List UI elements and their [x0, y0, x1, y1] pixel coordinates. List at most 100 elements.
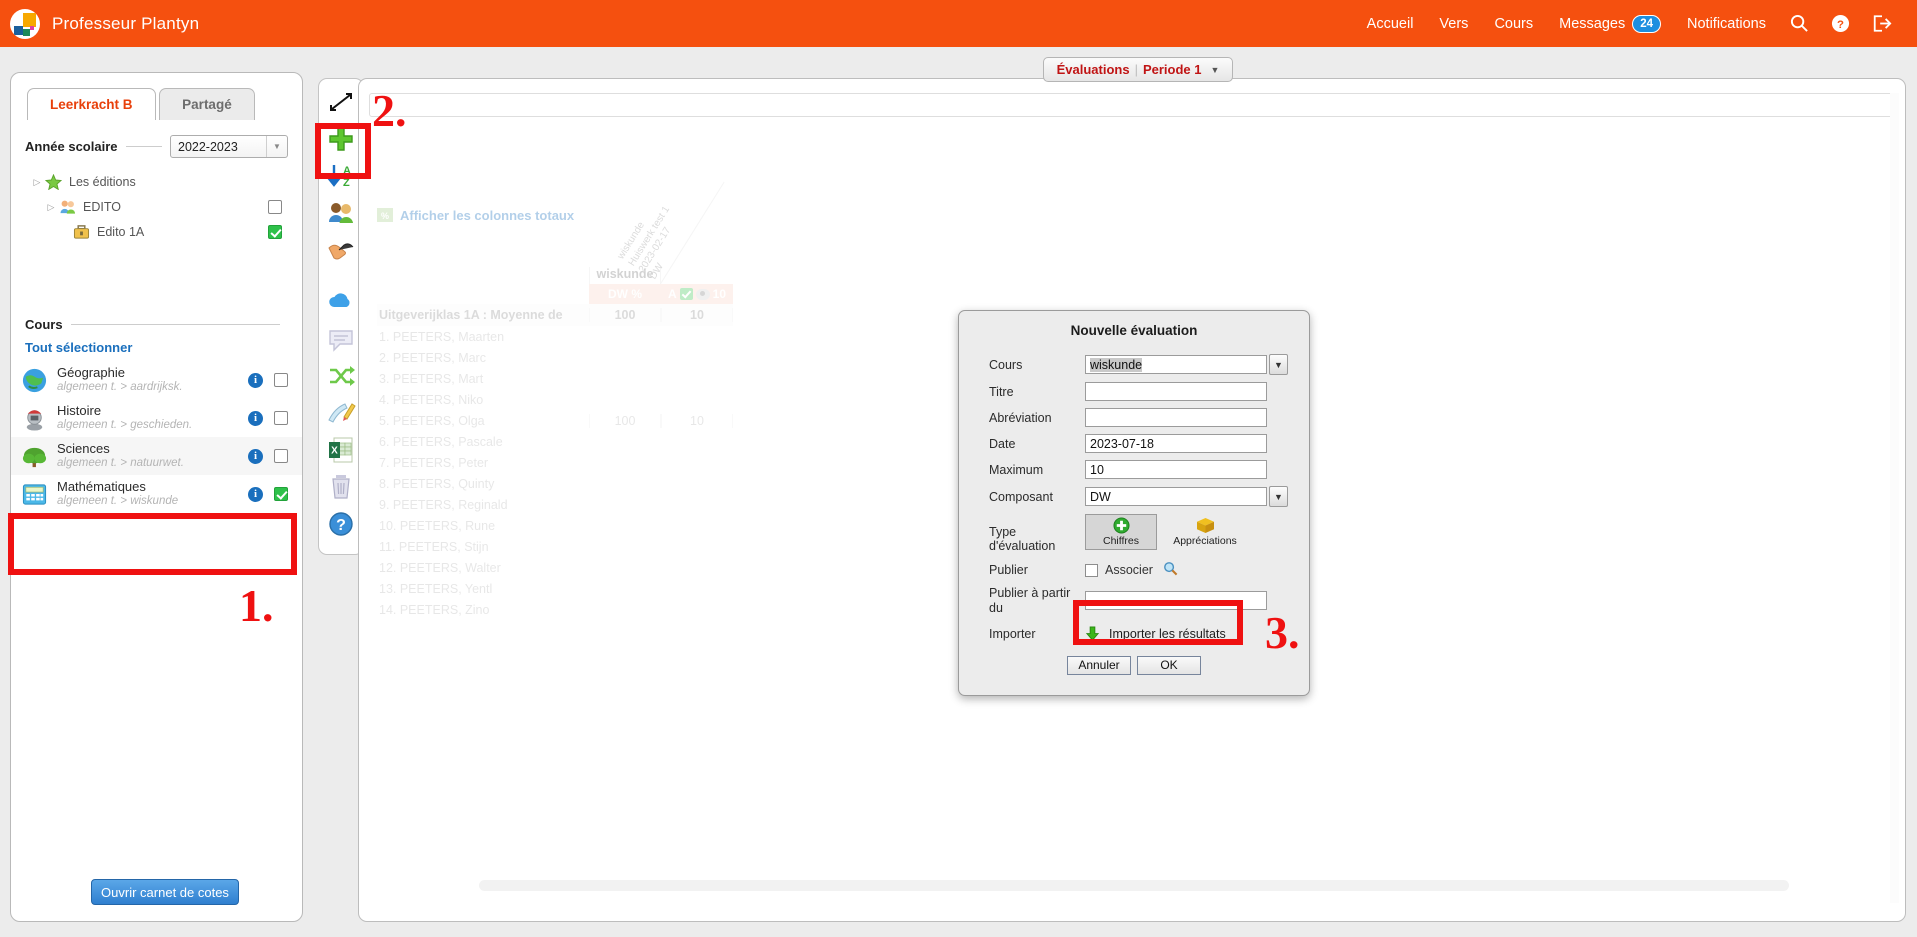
import-results-link[interactable]: Importer les résultats	[1085, 626, 1226, 642]
table-row[interactable]: 1. PEETERS, Maarten	[377, 326, 733, 347]
excel-icon[interactable]: X	[326, 435, 356, 465]
type-option-appreciations[interactable]: Appréciations	[1169, 514, 1241, 550]
shuffle-icon[interactable]	[326, 361, 356, 391]
titre-input[interactable]	[1085, 382, 1267, 401]
table-row[interactable]: 12. PEETERS, Walter	[377, 557, 733, 578]
select-all-link[interactable]: Tout sélectionner	[11, 332, 302, 361]
sort-az-icon[interactable]: AZ	[326, 161, 356, 191]
ok-button[interactable]: OK	[1137, 655, 1201, 675]
field-row-composant: Composant DW ▼	[959, 486, 1309, 507]
cours-label: Cours	[989, 357, 1023, 372]
nav-messages[interactable]: Messages 24	[1559, 14, 1662, 33]
nav-vers[interactable]: Vers	[1439, 16, 1468, 32]
tree-item-edito-1a[interactable]: Edito 1A	[17, 222, 288, 242]
tree-checkbox-edito[interactable]	[268, 200, 282, 214]
course-row-sciences[interactable]: Sciences algemeen t. > natuurwet. i	[11, 437, 302, 475]
tree-checkbox-edito-1a[interactable]	[268, 225, 282, 239]
table-row[interactable]: 6. PEETERS, Pascale	[377, 431, 733, 452]
table-row[interactable]: 7. PEETERS, Peter	[377, 452, 733, 473]
abreviation-input[interactable]	[1085, 408, 1267, 427]
chevron-down-icon[interactable]: ▼	[1269, 354, 1288, 375]
course-row-mathematiques[interactable]: Mathématiques algemeen t. > wiskunde i	[11, 475, 302, 513]
maximum-input[interactable]: 10	[1085, 460, 1267, 479]
horizontal-scrollbar[interactable]	[479, 880, 1789, 891]
cours-combo[interactable]: wiskunde ▼	[1085, 354, 1288, 375]
trash-icon[interactable]	[326, 472, 356, 502]
sidebar-tabs: Leerkracht B Partagé	[11, 87, 302, 121]
info-icon[interactable]: i	[248, 448, 263, 464]
tab-partage[interactable]: Partagé	[159, 88, 255, 120]
table-row[interactable]: 8. PEETERS, Quinty	[377, 473, 733, 494]
composant-label: Composant	[989, 489, 1053, 504]
tree-item-les-editions[interactable]: ▷ Les éditions	[17, 172, 288, 192]
student-name: 4. PEETERS, Niko	[379, 392, 484, 407]
type-appreciations-label: Appréciations	[1173, 535, 1237, 547]
course-checkbox-mathematiques[interactable]	[274, 487, 288, 501]
subheader-evaluation[interactable]: A 10	[661, 284, 733, 304]
school-year-select[interactable]: 2022-2023 ▼	[170, 135, 288, 158]
cell-c1[interactable]: 100	[589, 413, 661, 428]
students-icon[interactable]	[326, 198, 356, 228]
expander-icon[interactable]: ▷	[29, 177, 45, 188]
composant-combo[interactable]: DW ▼	[1085, 486, 1288, 507]
expand-icon[interactable]	[326, 87, 356, 117]
info-icon[interactable]: i	[248, 486, 263, 502]
chevron-down-icon[interactable]: ▼	[1210, 65, 1219, 75]
period-title: Évaluations	[1056, 62, 1130, 77]
table-average-row: Uitgeverijklas 1A : Moyenne de 100 10	[377, 304, 733, 326]
tree-item-edito[interactable]: ▷ EDITO	[17, 197, 288, 217]
handshake-icon[interactable]	[326, 235, 356, 265]
course-subtitle: algemeen t. > geschieden.	[57, 418, 193, 431]
subheader-dw-percent[interactable]: DW %	[589, 284, 661, 304]
period-selector[interactable]: Évaluations | Periode 1 ▼	[1043, 57, 1233, 82]
show-total-columns-row[interactable]: % Afficher les colonnes totaux	[377, 207, 574, 223]
cell-c2[interactable]: 10	[661, 413, 733, 428]
table-row[interactable]: 10. PEETERS, Rune	[377, 515, 733, 536]
cloud-icon[interactable]	[326, 287, 356, 317]
nav-cours[interactable]: Cours	[1494, 16, 1533, 32]
nav-accueil[interactable]: Accueil	[1367, 16, 1414, 32]
table-row[interactable]: 4. PEETERS, Niko	[377, 389, 733, 410]
dialog-buttons: Annuler OK	[959, 655, 1309, 675]
course-checkbox-histoire[interactable]	[274, 411, 288, 425]
type-option-chiffres[interactable]: Chiffres	[1085, 514, 1157, 550]
date-input[interactable]: 2023-07-18	[1085, 434, 1267, 453]
logout-icon[interactable]	[1872, 14, 1892, 33]
cours-select-input[interactable]: wiskunde	[1085, 355, 1267, 374]
expander-icon[interactable]: ▷	[43, 202, 59, 213]
associer-label: Associer	[1105, 563, 1153, 577]
tree-label: Les éditions	[69, 175, 136, 189]
table-row[interactable]: 5. PEETERS, Olga 100 10	[377, 410, 733, 431]
table-row[interactable]: 13. PEETERS, Yentl	[377, 578, 733, 599]
chevron-down-icon[interactable]: ▼	[1269, 486, 1288, 507]
course-checkbox-sciences[interactable]	[274, 449, 288, 463]
open-gradebook-button[interactable]: Ouvrir carnet de cotes	[91, 879, 239, 905]
nav-notifications[interactable]: Notifications	[1687, 16, 1766, 32]
add-icon[interactable]	[326, 124, 356, 154]
associer-checkbox[interactable]	[1085, 563, 1098, 577]
comment-icon[interactable]	[326, 324, 356, 354]
table-row[interactable]: 2. PEETERS, Marc	[377, 347, 733, 368]
tab-leerkracht[interactable]: Leerkracht B	[27, 88, 156, 120]
course-subtitle: algemeen t. > aardrijksk.	[57, 380, 183, 393]
course-row-geographie[interactable]: Géographie algemeen t. > aardrijksk. i	[11, 361, 302, 399]
course-checkbox-geographie[interactable]	[274, 373, 288, 387]
table-row[interactable]: 3. PEETERS, Mart	[377, 368, 733, 389]
svg-text:?: ?	[336, 517, 346, 534]
help-icon[interactable]: ?	[326, 509, 356, 539]
info-icon[interactable]: i	[248, 372, 263, 388]
search-icon[interactable]	[1163, 561, 1178, 579]
composant-select-input[interactable]: DW	[1085, 487, 1267, 506]
cancel-button[interactable]: Annuler	[1067, 655, 1131, 675]
vertical-scrollbar[interactable]	[1890, 93, 1899, 903]
search-icon[interactable]	[1790, 14, 1809, 33]
info-icon[interactable]: i	[248, 410, 263, 426]
publier-from-input[interactable]	[1085, 591, 1267, 611]
table-row[interactable]: 11. PEETERS, Stijn	[377, 536, 733, 557]
table-row[interactable]: 9. PEETERS, Reginald	[377, 494, 733, 515]
table-row[interactable]: 14. PEETERS, Zino	[377, 599, 733, 620]
edit-icon[interactable]	[326, 398, 356, 428]
help-icon[interactable]: ?	[1831, 14, 1850, 33]
student-name: 1. PEETERS, Maarten	[379, 329, 505, 344]
course-row-histoire[interactable]: Histoire algemeen t. > geschieden. i	[11, 399, 302, 437]
